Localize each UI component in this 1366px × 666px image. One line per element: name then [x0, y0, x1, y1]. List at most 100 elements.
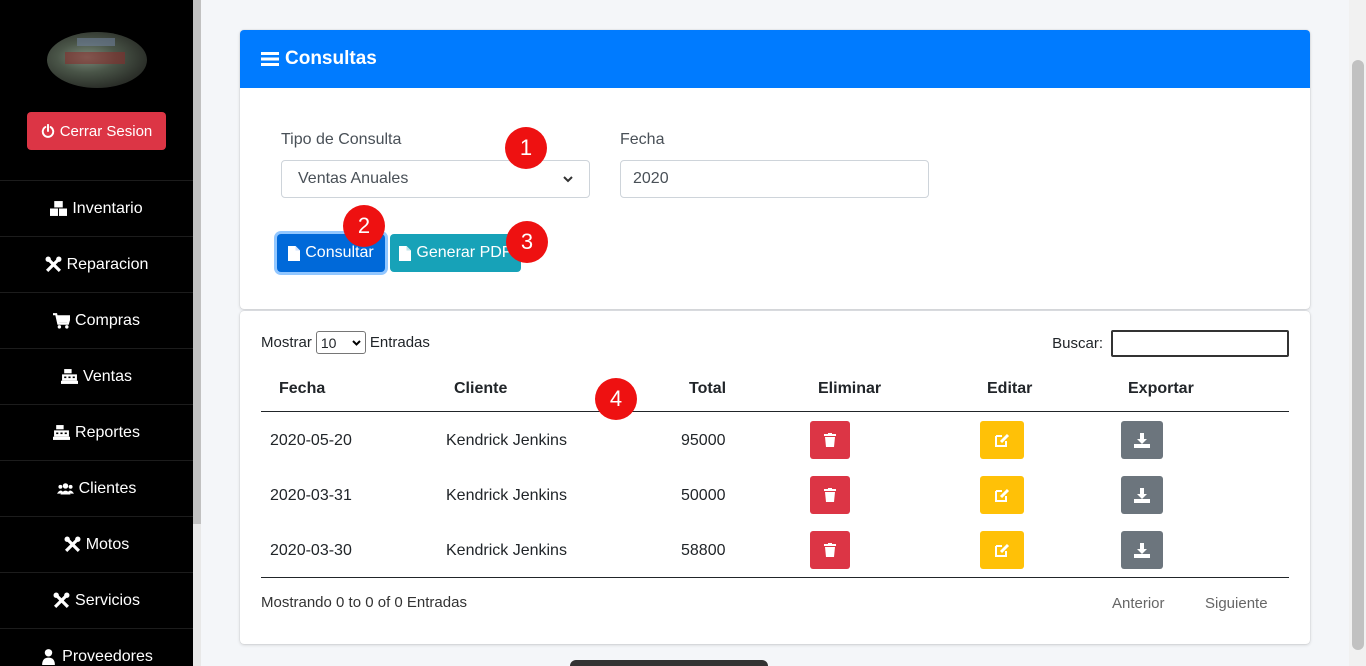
table-header: Fecha Cliente Total Eliminar Editar Expo… [261, 367, 1289, 412]
edit-icon [995, 488, 1010, 502]
sidebar-item-label: Clientes [78, 479, 137, 497]
chevron-down-icon [563, 175, 573, 182]
sidebar-item-label: Inventario [72, 199, 143, 217]
column-header-editar[interactable]: Editar [987, 380, 1032, 398]
card-header: Consultas [240, 30, 1310, 88]
delete-button[interactable] [810, 421, 850, 459]
tipo-consulta-value: Ventas Anuales [298, 170, 409, 187]
export-button[interactable] [1121, 476, 1163, 514]
sidebar-item-clientes[interactable]: Clientes [0, 460, 193, 516]
tools-icon [45, 256, 62, 273]
length-value: 10 [320, 334, 337, 351]
edit-button[interactable] [980, 421, 1024, 459]
fecha-value: 2020 [633, 170, 669, 187]
annotation-badge-1: 1 [505, 127, 547, 169]
sidebar-item-ventas[interactable]: Ventas [0, 348, 193, 404]
consultas-card: Consultas Tipo de Consulta Ventas Anuale… [240, 30, 1310, 309]
annotation-badge-3: 3 [506, 221, 548, 263]
export-button[interactable] [1121, 421, 1163, 459]
sidebar-nav: Inventario Reparacion Compras Ventas Rep… [0, 180, 193, 666]
sidebar-item-label: Motos [85, 535, 130, 553]
page-scrollbar-thumb[interactable] [1352, 60, 1364, 650]
table-info: Mostrando 0 to 0 of 0 Entradas [261, 594, 467, 611]
sidebar-item-label: Reparacion [66, 255, 149, 273]
length-select[interactable]: 10 [315, 331, 366, 354]
cell-fecha: 2020-03-30 [270, 542, 352, 559]
fecha-input[interactable]: 2020 [620, 160, 929, 198]
sidebar-item-servicios[interactable]: Servicios [0, 572, 193, 628]
table-row: 2020-05-20 Kendrick Jenkins 95000 [261, 413, 1289, 468]
sidebar-item-proveedores[interactable]: Proveedores [0, 628, 193, 666]
column-header-exportar[interactable]: Exportar [1128, 380, 1194, 398]
download-icon [1134, 487, 1150, 503]
logout-button[interactable]: Cerrar Sesion [27, 112, 166, 150]
edit-icon [995, 433, 1010, 447]
generar-pdf-label: Generar PDF [416, 244, 512, 261]
edit-button[interactable] [980, 531, 1024, 569]
chevron-down-icon [352, 339, 361, 346]
sidebar-item-compras[interactable]: Compras [0, 292, 193, 348]
cell-total: 50000 [681, 487, 726, 504]
cell-total: 58800 [681, 542, 726, 559]
edit-button[interactable] [980, 476, 1024, 514]
search-label: Buscar: [1052, 335, 1103, 352]
tools-icon [53, 592, 70, 609]
cell-total: 95000 [681, 432, 726, 449]
avatar [47, 32, 147, 88]
cell-fecha: 2020-03-31 [270, 487, 352, 504]
tipo-consulta-select[interactable]: Ventas Anuales [281, 160, 590, 198]
boxes-icon [50, 201, 68, 216]
fecha-label: Fecha [620, 131, 665, 148]
sidebar-item-label: Reportes [75, 423, 140, 441]
trash-icon [824, 543, 836, 557]
cell-cliente: Kendrick Jenkins [446, 432, 567, 449]
delete-button[interactable] [810, 531, 850, 569]
trash-icon [824, 433, 836, 447]
pagination-next[interactable]: Siguiente [1205, 595, 1268, 612]
column-header-cliente[interactable]: Cliente [454, 380, 507, 398]
tools-icon [64, 536, 81, 553]
logout-label: Cerrar Sesion [59, 122, 153, 140]
results-card: Mostrar 10 Entradas Buscar: Fecha Client… [240, 311, 1310, 644]
bottom-overlay-bar [570, 660, 768, 666]
cart-icon [53, 313, 71, 329]
edit-icon [995, 543, 1010, 557]
sidebar-scrollbar-thumb[interactable] [193, 0, 201, 524]
table-row: 2020-03-30 Kendrick Jenkins 58800 [261, 523, 1289, 578]
sidebar-item-label: Compras [75, 311, 140, 329]
file-icon [399, 245, 412, 261]
bars-icon [261, 52, 279, 66]
sidebar-item-label: Proveedores [62, 647, 153, 665]
delete-button[interactable] [810, 476, 850, 514]
power-icon [41, 124, 54, 138]
file-icon [288, 245, 301, 261]
sidebar-item-reparacion[interactable]: Reparacion [0, 236, 193, 292]
trash-icon [824, 488, 836, 502]
pagination-previous[interactable]: Anterior [1112, 595, 1165, 612]
cell-fecha: 2020-05-20 [270, 432, 352, 449]
sidebar-item-inventario[interactable]: Inventario [0, 180, 193, 236]
column-header-total[interactable]: Total [689, 380, 726, 398]
table-row: 2020-03-31 Kendrick Jenkins 50000 [261, 468, 1289, 523]
entries-label: Entradas [369, 334, 430, 351]
column-header-eliminar[interactable]: Eliminar [818, 380, 881, 398]
page-title: Consultas [285, 48, 377, 69]
cell-cliente: Kendrick Jenkins [446, 487, 567, 504]
cash-register-icon [61, 369, 79, 384]
search-input[interactable] [1111, 330, 1289, 357]
sidebar-item-motos[interactable]: Motos [0, 516, 193, 572]
length-control: Mostrar 10 Entradas [261, 331, 430, 354]
download-icon [1134, 432, 1150, 448]
sidebar-item-label: Ventas [83, 367, 132, 385]
sidebar-item-reportes[interactable]: Reportes [0, 404, 193, 460]
search-control: Buscar: [1052, 330, 1289, 357]
export-button[interactable] [1121, 531, 1163, 569]
user-icon [42, 649, 56, 665]
column-header-fecha[interactable]: Fecha [279, 380, 325, 398]
generar-pdf-button[interactable]: Generar PDF [390, 234, 521, 272]
tipo-consulta-label: Tipo de Consulta [281, 131, 402, 148]
sidebar-item-label: Servicios [75, 591, 140, 609]
sidebar: Cerrar Sesion Inventario Reparacion Comp… [0, 0, 193, 666]
cell-cliente: Kendrick Jenkins [446, 542, 567, 559]
cash-register-icon [53, 425, 71, 440]
